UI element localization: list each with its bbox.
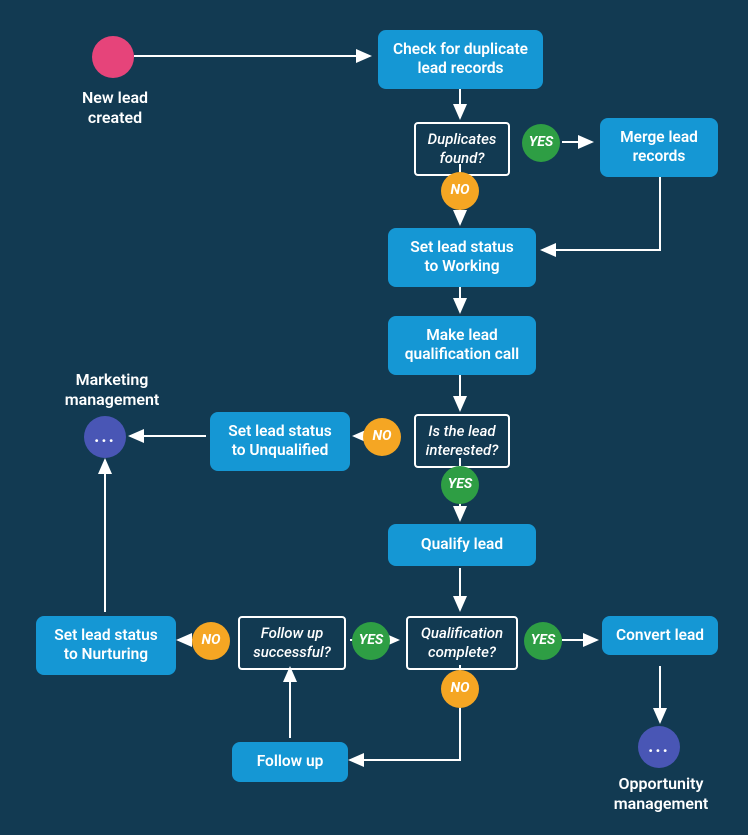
decision-is-interested: Is the lead interested?	[414, 414, 510, 468]
badge-no-followsuccess: NO	[192, 622, 230, 660]
process-set-nurturing: Set lead status to Nurturing	[36, 616, 176, 675]
badge-no-qualcomplete: NO	[441, 670, 479, 708]
process-set-unqualified: Set lead status to Unqualified	[210, 412, 350, 471]
badge-no-interested: NO	[363, 418, 401, 456]
decision-duplicates-found: Duplicates found?	[414, 122, 510, 176]
terminal-marketing-icon: ...	[84, 416, 126, 458]
badge-yes-followsuccess: YES	[352, 622, 390, 660]
terminal-opportunity-label: Opportunity management	[596, 774, 726, 814]
start-node-icon	[92, 36, 134, 78]
terminal-marketing-label: Marketing management	[48, 370, 176, 410]
badge-yes-interested: YES	[441, 466, 479, 504]
start-label: New lead created	[60, 88, 170, 128]
process-merge-records: Merge lead records	[600, 118, 718, 177]
process-qual-call: Make lead qualification call	[388, 316, 536, 375]
badge-yes-duplicates: YES	[522, 124, 560, 162]
process-set-working: Set lead status to Working	[388, 228, 536, 287]
process-qualify-lead: Qualify lead	[388, 524, 536, 566]
decision-qual-complete: Qualification complete?	[406, 616, 518, 670]
process-follow-up: Follow up	[232, 742, 348, 782]
process-check-duplicates: Check for duplicate lead records	[378, 30, 543, 89]
badge-yes-qualcomplete: YES	[524, 622, 562, 660]
badge-no-duplicates: NO	[441, 172, 479, 210]
decision-follow-success: Follow up successful?	[238, 616, 346, 670]
terminal-opportunity-icon: ...	[638, 726, 680, 768]
process-convert-lead: Convert lead	[602, 616, 718, 655]
